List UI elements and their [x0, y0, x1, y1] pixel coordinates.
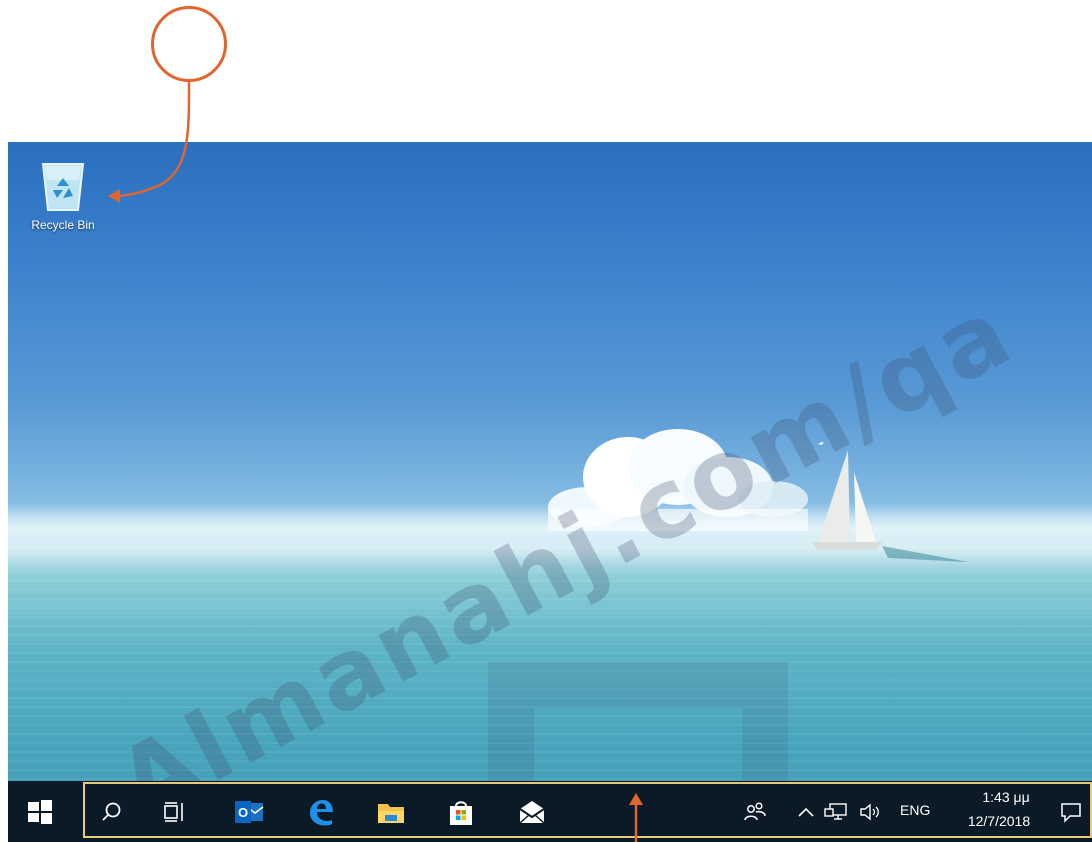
recycle-bin-desktop-icon[interactable]: Recycle Bin [22, 156, 104, 246]
windows-start-icon[interactable] [26, 798, 54, 826]
store-button[interactable] [444, 795, 478, 829]
task-view-icon [164, 802, 183, 822]
action-center-button[interactable] [1054, 795, 1088, 829]
task-view-button[interactable] [158, 795, 192, 829]
volume-button[interactable] [855, 795, 885, 829]
store-bag-icon [450, 801, 472, 825]
search-button[interactable] [94, 795, 128, 829]
clock-date[interactable]: 12/7/2018 [954, 813, 1044, 829]
callout-circle [151, 6, 227, 82]
chevron-up-icon [798, 807, 814, 817]
edge-icon [310, 800, 333, 826]
network-button[interactable] [821, 795, 851, 829]
taskbar[interactable]: O ENG 1:43 μμ 12/7/2018 [8, 781, 1092, 842]
recycle-bin-icon [41, 163, 85, 211]
outlook-button[interactable]: O [232, 795, 266, 829]
clock-time[interactable]: 1:43 μμ [961, 789, 1051, 805]
mail-icon [519, 801, 545, 824]
edge-button[interactable] [304, 795, 338, 829]
people-button[interactable] [738, 795, 772, 829]
action-center-icon [1061, 803, 1081, 823]
desktop[interactable]: Almanahj.com/qa Recycle Bin O ENG 1:43 μ… [8, 142, 1092, 842]
folder-icon [378, 804, 404, 823]
language-indicator[interactable]: ENG [900, 802, 930, 818]
svg-text:O: O [238, 805, 248, 820]
mail-button[interactable] [515, 795, 549, 829]
network-icon [824, 803, 847, 820]
outlook-icon: O [235, 801, 264, 823]
people-icon [744, 802, 766, 821]
show-hidden-icons-button[interactable] [794, 795, 818, 829]
recycle-bin-label: Recycle Bin [31, 218, 95, 232]
search-icon [102, 802, 121, 821]
callout-arrow-taskbar [629, 793, 643, 842]
file-explorer-button[interactable] [374, 795, 408, 829]
volume-icon [860, 803, 879, 821]
